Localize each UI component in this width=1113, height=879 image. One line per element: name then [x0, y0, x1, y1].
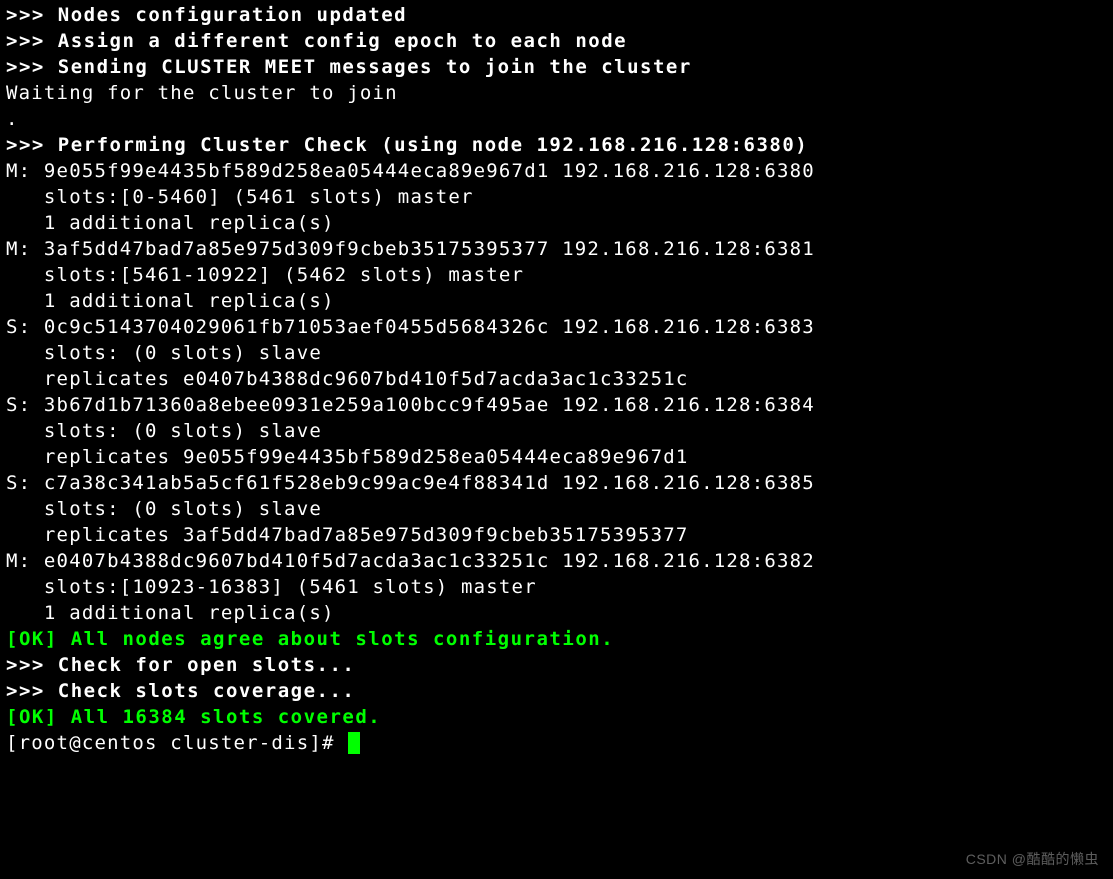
terminal-line: Waiting for the cluster to join	[6, 80, 1107, 106]
terminal-line: slots:[10923-16383] (5461 slots) master	[6, 574, 1107, 600]
terminal-line: >>> Sending CLUSTER MEET messages to joi…	[6, 54, 1107, 80]
shell-prompt-line[interactable]: [root@centos cluster-dis]#	[6, 730, 1107, 756]
terminal-line: slots: (0 slots) slave	[6, 496, 1107, 522]
terminal-line: >>> Assign a different config epoch to e…	[6, 28, 1107, 54]
shell-prompt: [root@centos cluster-dis]#	[6, 732, 347, 754]
watermark-text: CSDN @酷酷的懒虫	[966, 850, 1099, 869]
terminal-line: replicates 3af5dd47bad7a85e975d309f9cbeb…	[6, 522, 1107, 548]
terminal-line: M: e0407b4388dc9607bd410f5d7acda3ac1c332…	[6, 548, 1107, 574]
terminal-line: [OK] All nodes agree about slots configu…	[6, 626, 1107, 652]
terminal-line: >>> Check slots coverage...	[6, 678, 1107, 704]
terminal-output[interactable]: >>> Nodes configuration updated>>> Assig…	[6, 2, 1107, 756]
terminal-line: >>> Nodes configuration updated	[6, 2, 1107, 28]
terminal-line: slots:[0-5460] (5461 slots) master	[6, 184, 1107, 210]
terminal-line: slots:[5461-10922] (5462 slots) master	[6, 262, 1107, 288]
terminal-line: slots: (0 slots) slave	[6, 340, 1107, 366]
terminal-line: slots: (0 slots) slave	[6, 418, 1107, 444]
terminal-line: [OK] All 16384 slots covered.	[6, 704, 1107, 730]
terminal-line: 1 additional replica(s)	[6, 288, 1107, 314]
terminal-line: replicates e0407b4388dc9607bd410f5d7acda…	[6, 366, 1107, 392]
terminal-line: S: c7a38c341ab5a5cf61f528eb9c99ac9e4f883…	[6, 470, 1107, 496]
terminal-line: .	[6, 106, 1107, 132]
terminal-line: 1 additional replica(s)	[6, 600, 1107, 626]
terminal-line: >>> Check for open slots...	[6, 652, 1107, 678]
terminal-line: 1 additional replica(s)	[6, 210, 1107, 236]
terminal-line: replicates 9e055f99e4435bf589d258ea05444…	[6, 444, 1107, 470]
terminal-line: M: 9e055f99e4435bf589d258ea05444eca89e96…	[6, 158, 1107, 184]
terminal-line: >>> Performing Cluster Check (using node…	[6, 132, 1107, 158]
terminal-line: M: 3af5dd47bad7a85e975d309f9cbeb35175395…	[6, 236, 1107, 262]
terminal-line: S: 3b67d1b71360a8ebee0931e259a100bcc9f49…	[6, 392, 1107, 418]
cursor	[348, 732, 360, 754]
terminal-line: S: 0c9c5143704029061fb71053aef0455d56843…	[6, 314, 1107, 340]
